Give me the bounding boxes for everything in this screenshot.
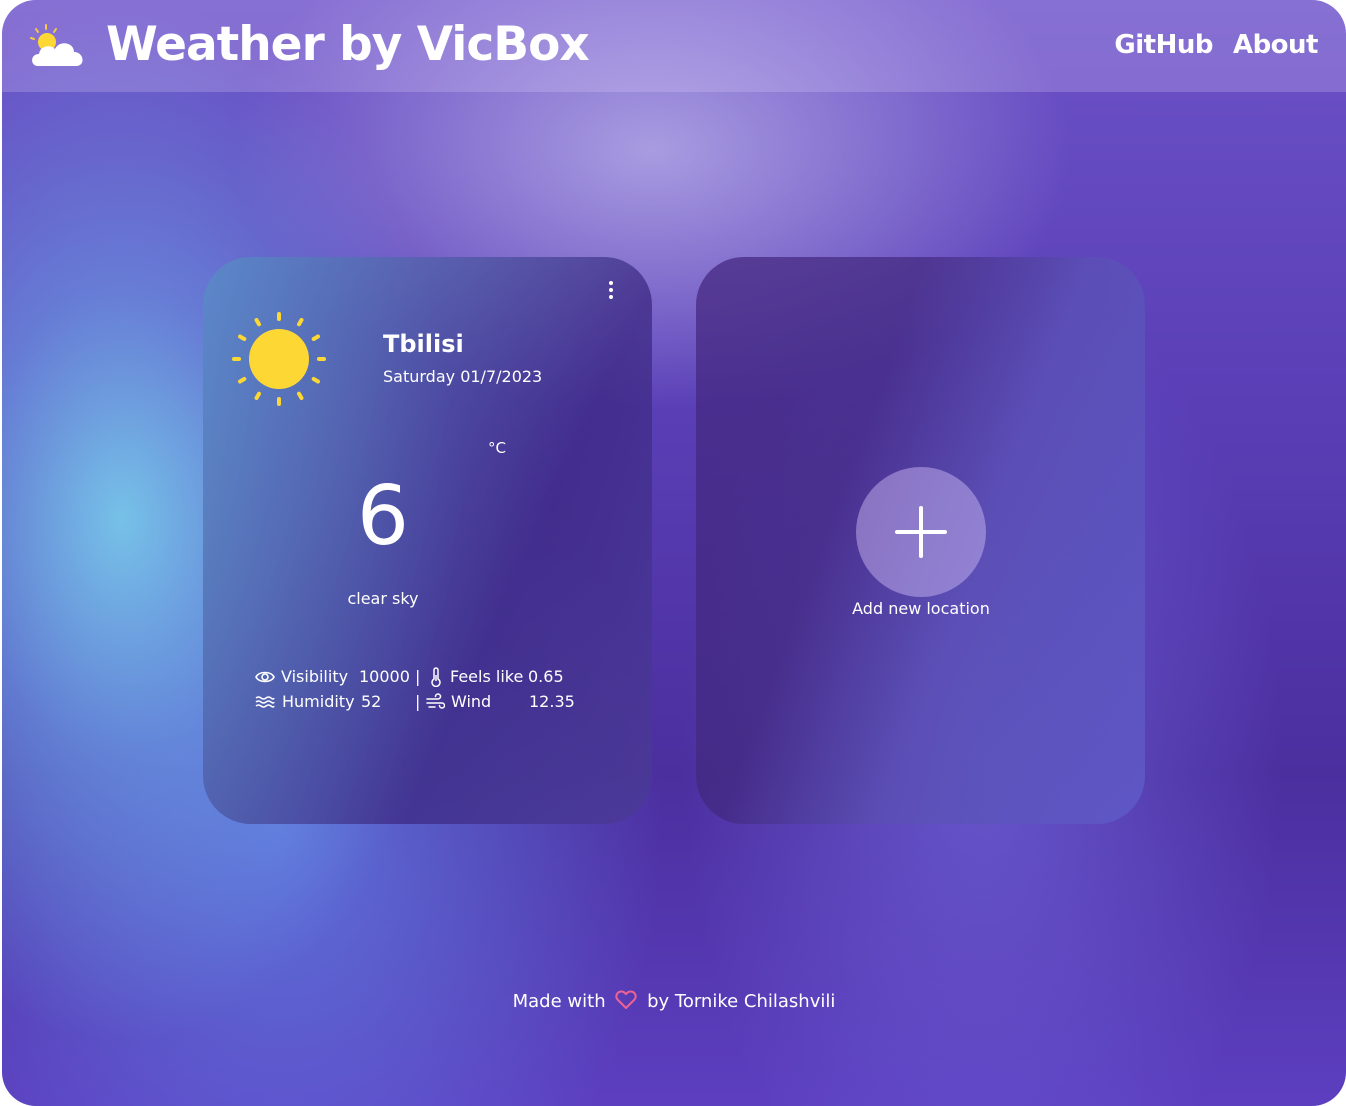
- add-location-card[interactable]: Add new location: [696, 257, 1145, 824]
- app-window: Weather by VicBox GitHub About Tbilisi S…: [2, 0, 1346, 1106]
- eye-icon: [255, 667, 275, 687]
- weather-description: clear sky: [347, 589, 419, 608]
- card-menu-button[interactable]: [601, 281, 621, 305]
- plus-icon: [895, 506, 947, 558]
- thermometer-icon: [426, 667, 446, 688]
- add-location-button[interactable]: [856, 467, 986, 597]
- wind-label: Wind: [451, 692, 492, 711]
- feels-like-label: Feels like: [450, 667, 524, 686]
- temperature-value: 6: [356, 469, 410, 564]
- wind-value: 12.35: [529, 692, 575, 711]
- cloud-sun-logo-icon: [28, 22, 88, 70]
- sun-icon: [231, 311, 327, 407]
- city-name: Tbilisi: [383, 330, 464, 358]
- dot: [609, 281, 613, 285]
- dot: [609, 288, 613, 292]
- visibility-label: Visibility: [281, 667, 349, 686]
- footer: Made with by Tornike Chilashvili: [2, 988, 1346, 1016]
- header: Weather by VicBox GitHub About: [2, 0, 1346, 92]
- weather-stats: Visibility 10000 | Feels like 0.65 Humid…: [255, 665, 585, 715]
- temperature-unit: °C: [488, 439, 506, 457]
- footer-prefix: Made with: [512, 991, 606, 1012]
- about-link[interactable]: About: [1233, 28, 1319, 62]
- stat-separator: |: [415, 667, 421, 686]
- feels-like-value: 0.65: [528, 667, 564, 686]
- current-date: Saturday 01/7/2023: [383, 367, 543, 386]
- visibility-value: 10000: [359, 667, 410, 686]
- humidity-label: Humidity: [282, 692, 355, 711]
- github-link[interactable]: GitHub: [1114, 28, 1213, 62]
- heart-icon: [615, 990, 637, 1010]
- add-location-label[interactable]: Add new location: [796, 597, 1046, 621]
- wind-icon: [425, 692, 446, 712]
- dot: [609, 295, 613, 299]
- weather-card: Tbilisi Saturday 01/7/2023 °C 6 clear sk…: [203, 257, 652, 824]
- stats-row-2: Humidity 52 | Wind 12.35: [255, 690, 585, 715]
- humidity-value: 52: [361, 692, 382, 711]
- app-title: Weather by VicBox: [106, 17, 590, 72]
- stats-row-1: Visibility 10000 | Feels like 0.65: [255, 665, 585, 690]
- top-nav: GitHub About: [1114, 28, 1318, 62]
- footer-author: by Tornike Chilashvili: [647, 991, 836, 1012]
- humidity-waves-icon: [255, 692, 275, 712]
- stat-separator: |: [415, 692, 421, 711]
